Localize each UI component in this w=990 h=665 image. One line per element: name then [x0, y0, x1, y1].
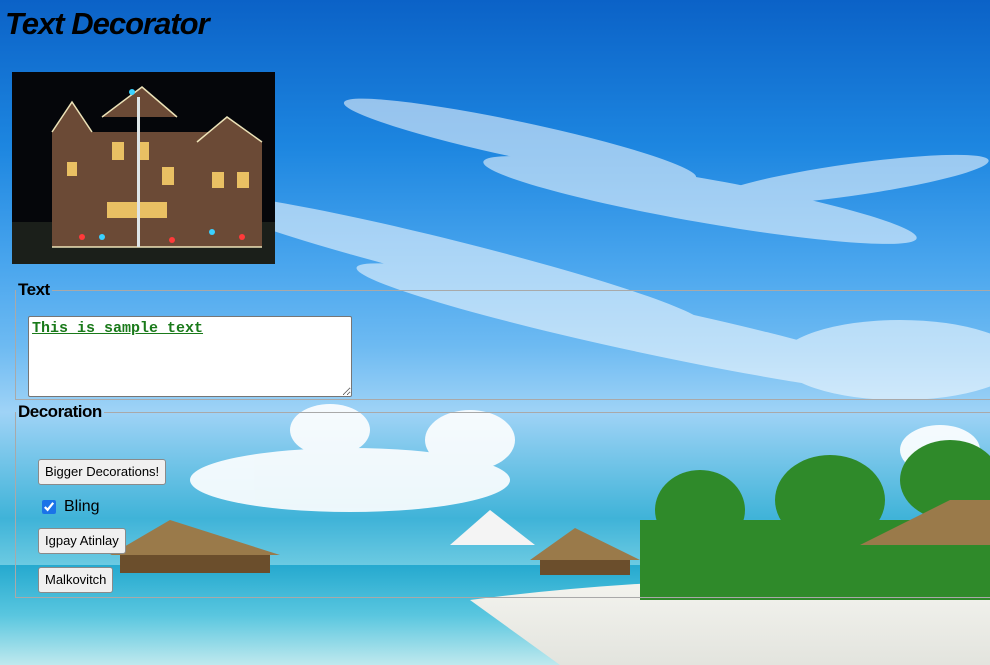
decorated-house-photo — [12, 72, 275, 264]
text-input[interactable] — [28, 316, 352, 397]
decoration-legend: Decoration — [18, 402, 102, 421]
text-fieldset: Text — [15, 280, 990, 400]
text-legend: Text — [18, 280, 50, 299]
bling-label: Bling — [64, 498, 100, 515]
igpay-atinlay-button[interactable]: Igpay Atinlay — [38, 528, 126, 554]
page-title: Text Decorator — [5, 6, 210, 41]
bigger-decorations-button[interactable]: Bigger Decorations! — [38, 459, 167, 485]
decoration-fieldset: Decoration Bigger Decorations! Bling Igp… — [15, 402, 990, 598]
malkovitch-button[interactable]: Malkovitch — [38, 567, 114, 593]
bling-option[interactable]: Bling — [42, 498, 100, 516]
bling-checkbox[interactable] — [42, 500, 56, 514]
